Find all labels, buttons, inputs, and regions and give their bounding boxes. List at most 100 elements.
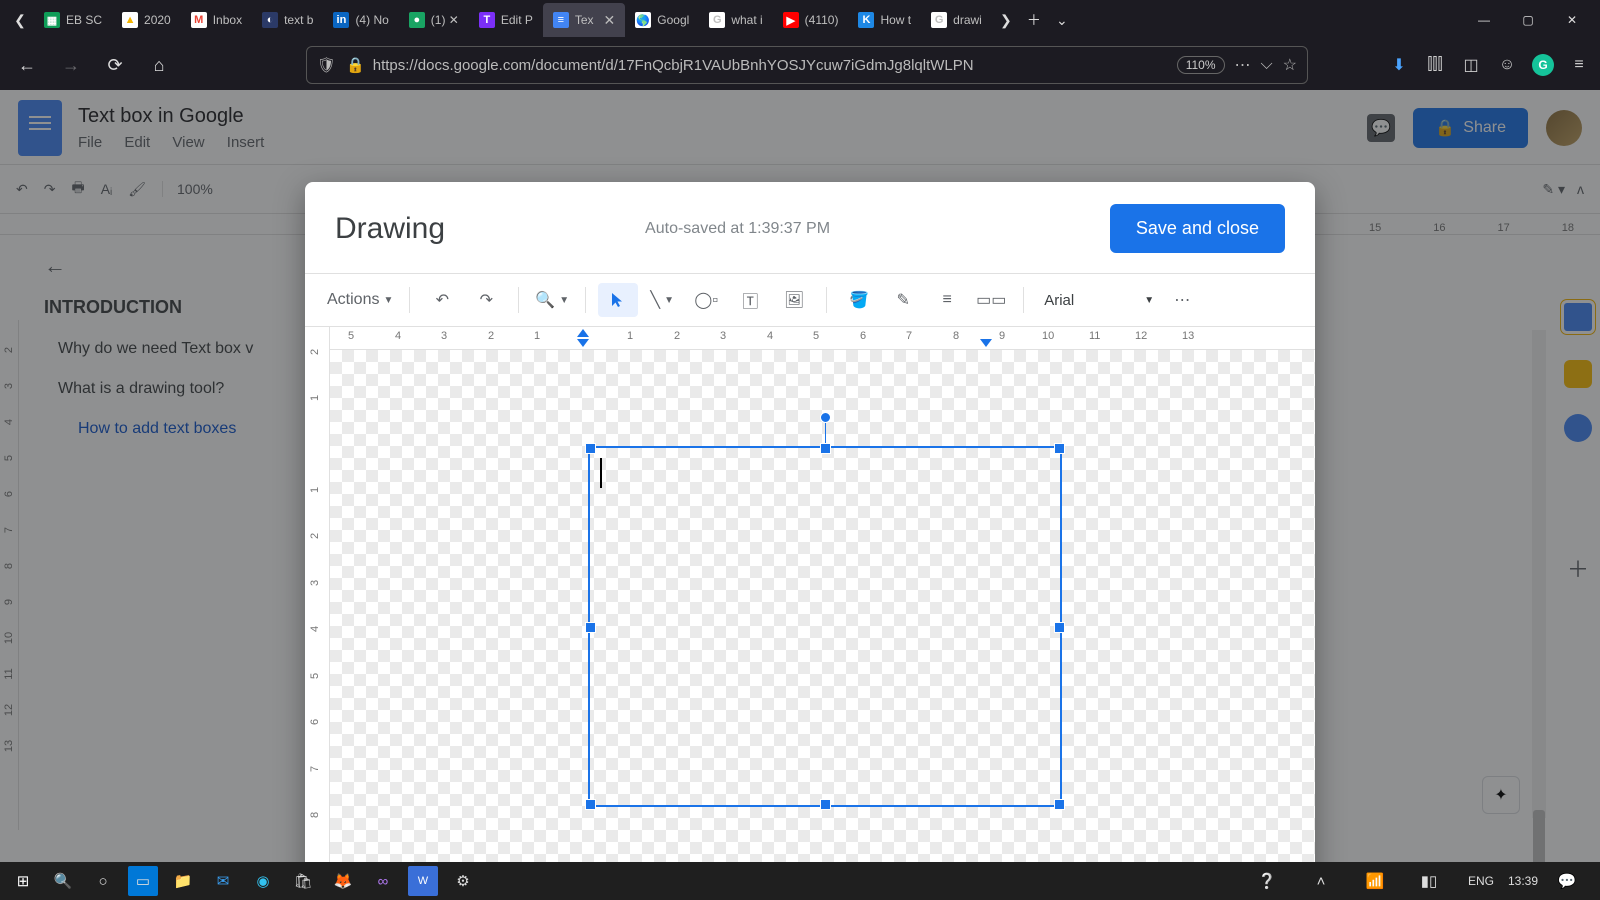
tab-1[interactable]: ▲2020 <box>112 3 181 37</box>
back-button[interactable]: ← <box>10 48 44 82</box>
tab-2[interactable]: MInbox <box>181 3 252 37</box>
address-bar[interactable]: 🛡 🔒 https://docs.google.com/document/d/1… <box>306 46 1308 84</box>
left-indent-marker[interactable] <box>577 339 589 347</box>
undo-icon[interactable]: ↶ <box>422 283 462 317</box>
save-and-close-button[interactable]: Save and close <box>1110 204 1285 253</box>
border-color-icon[interactable]: ✎ <box>883 283 923 317</box>
tabs-scroll-left[interactable]: ❮ <box>6 12 34 29</box>
window-maximize[interactable]: ▢ <box>1506 1 1550 39</box>
reload-button[interactable]: ⟳ <box>98 48 132 82</box>
forward-button[interactable]: → <box>54 48 88 82</box>
input-language[interactable]: ENG <box>1468 874 1494 888</box>
search-icon[interactable]: 🔍 <box>48 866 78 896</box>
zoom-menu[interactable]: 🔍▼ <box>531 283 573 317</box>
home-button[interactable]: ⌂ <box>142 48 176 82</box>
tabs-scroll-right[interactable]: ❯ <box>992 12 1020 29</box>
ruler-mark: 8 <box>309 812 321 818</box>
window-close[interactable]: ✕ <box>1550 1 1594 39</box>
pocket-icon[interactable]: ⌵ <box>1261 56 1273 74</box>
right-indent-marker[interactable] <box>980 339 992 347</box>
redo-icon[interactable]: ↷ <box>466 283 506 317</box>
lock-icon: 🔒 <box>346 56 365 74</box>
ruler-mark: 4 <box>767 330 773 342</box>
battery-icon[interactable]: ▮▯ <box>1414 866 1444 896</box>
line-tool-icon[interactable]: ╲▼ <box>642 283 682 317</box>
tab-8[interactable]: 🌎Googl <box>625 3 699 37</box>
task-view-icon[interactable]: ▭ <box>128 866 158 896</box>
favicon-drive-icon: ▲ <box>122 12 138 28</box>
ruler-mark: 7 <box>309 766 321 772</box>
ruler-mark: 10 <box>1042 330 1054 342</box>
bookmark-star-icon[interactable]: ☆ <box>1283 55 1297 75</box>
image-tool-icon[interactable]: 🖼 <box>774 283 814 317</box>
tab-label: Tex <box>575 13 594 27</box>
ruler-mark: 13 <box>1182 330 1194 342</box>
tabs-dropdown[interactable]: ⌄ <box>1048 12 1076 29</box>
edge-icon[interactable]: ◉ <box>248 866 278 896</box>
more-options-icon[interactable]: ⋯ <box>1162 283 1202 317</box>
border-dash-icon[interactable]: ▭▭ <box>971 283 1011 317</box>
tab-10[interactable]: ▶(4110) <box>773 3 849 37</box>
textbox-tool-icon[interactable]: 🅃 <box>730 283 770 317</box>
cortana-icon[interactable]: ○ <box>88 866 118 896</box>
actions-menu[interactable]: Actions▼ <box>323 283 397 317</box>
fill-color-icon[interactable]: 🪣 <box>839 283 879 317</box>
firefox-icon[interactable]: 🦊 <box>328 866 358 896</box>
first-line-indent-marker[interactable] <box>577 329 589 337</box>
resize-handle-mr[interactable] <box>1054 622 1065 633</box>
tab-9[interactable]: Gwhat i <box>699 3 772 37</box>
resize-handle-bm[interactable] <box>820 799 831 810</box>
sidebar-icon[interactable]: ◫ <box>1460 54 1482 76</box>
tab-label: text b <box>284 13 313 27</box>
wps-icon[interactable]: W <box>408 866 438 896</box>
ruler-mark: 3 <box>720 330 726 342</box>
border-weight-icon[interactable]: ≡ <box>927 283 967 317</box>
favicon-chrome-icon: 🌎 <box>635 12 651 28</box>
tab-5[interactable]: ●(1) ✕ <box>399 3 469 37</box>
close-tab-icon[interactable]: ✕ <box>604 12 616 29</box>
action-center-icon[interactable]: 💬 <box>1552 866 1582 896</box>
store-icon[interactable]: 🛍 <box>288 866 318 896</box>
help-tray-icon[interactable]: ❔ <box>1252 866 1282 896</box>
resize-handle-ml[interactable] <box>585 622 596 633</box>
tab-7-active[interactable]: ≡ Tex ✕ <box>543 3 625 37</box>
hamburger-menu-icon[interactable]: ≡ <box>1568 54 1590 76</box>
favicon-docs-icon: ≡ <box>553 12 569 28</box>
page-actions-icon[interactable]: ⋯ <box>1235 55 1251 75</box>
drawing-vertical-ruler: 2 1 1 2 3 4 5 6 7 8 <box>305 327 330 900</box>
resize-handle-br[interactable] <box>1054 799 1065 810</box>
grammarly-extension-icon[interactable]: G <box>1532 54 1554 76</box>
tab-11[interactable]: KHow t <box>848 3 921 37</box>
tab-label: drawi <box>953 13 982 27</box>
new-tab-button[interactable]: ＋ <box>1020 10 1048 30</box>
downloads-icon[interactable]: ⬇ <box>1388 54 1410 76</box>
rotate-handle[interactable] <box>820 412 831 423</box>
tab-3[interactable]: ◐text b <box>252 3 323 37</box>
resize-handle-tl[interactable] <box>585 443 596 454</box>
account-icon[interactable]: ☺ <box>1496 54 1518 76</box>
tray-expand-icon[interactable]: ˄ <box>1306 866 1336 896</box>
settings-icon[interactable]: ⚙ <box>448 866 478 896</box>
tab-0[interactable]: ▦EB SC <box>34 3 112 37</box>
mail-icon[interactable]: ✉ <box>208 866 238 896</box>
shape-tool-icon[interactable]: ◯▫ <box>686 283 726 317</box>
resize-handle-bl[interactable] <box>585 799 596 810</box>
resize-handle-tr[interactable] <box>1054 443 1065 454</box>
visual-studio-icon[interactable]: ∞ <box>368 866 398 896</box>
font-family-select[interactable]: Arial▼ <box>1036 283 1158 317</box>
select-tool-icon[interactable] <box>598 283 638 317</box>
zoom-indicator[interactable]: 110% <box>1177 56 1225 74</box>
ruler-mark: 3 <box>441 330 447 342</box>
library-icon[interactable]: ⫿⫿⫿ <box>1424 54 1446 76</box>
drawing-canvas[interactable] <box>330 350 1315 900</box>
start-button[interactable]: ⊞ <box>8 866 38 896</box>
file-explorer-icon[interactable]: 📁 <box>168 866 198 896</box>
text-box-shape[interactable] <box>588 446 1062 807</box>
resize-handle-tm[interactable] <box>820 443 831 454</box>
tab-4[interactable]: in(4) No <box>323 3 398 37</box>
clock[interactable]: 13:39 <box>1508 874 1538 888</box>
wifi-icon[interactable]: 📶 <box>1360 866 1390 896</box>
window-minimize[interactable]: — <box>1462 1 1506 39</box>
tab-6[interactable]: TEdit P <box>469 3 543 37</box>
tab-12[interactable]: Gdrawi <box>921 3 992 37</box>
